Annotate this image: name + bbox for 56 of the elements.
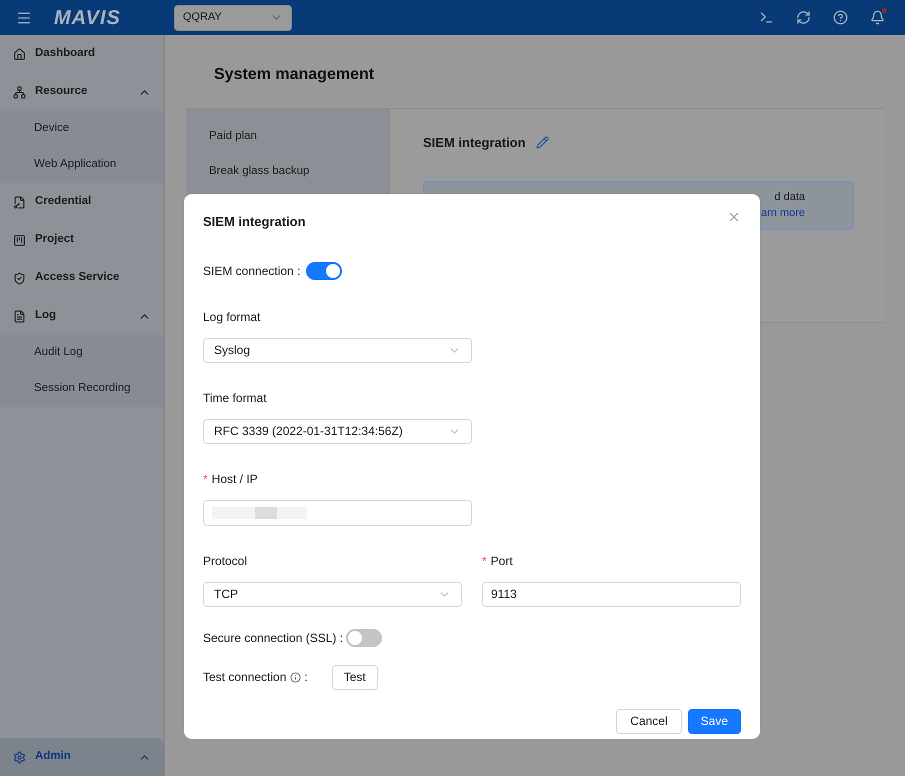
help-icon[interactable] (833, 10, 848, 25)
network-icon (13, 86, 26, 98)
section-title: SIEM integration (423, 134, 526, 152)
sidebar-item[interactable]: Admin (0, 738, 164, 776)
sidebar-item[interactable]: Access Service (0, 259, 164, 297)
submenu-item[interactable]: Web Application (0, 147, 164, 183)
sidebar-item[interactable]: Dashboard (0, 35, 164, 73)
field-label: Test connection (203, 669, 286, 686)
field-label: Protocol (203, 552, 248, 570)
sidebar-item[interactable]: Project (0, 221, 164, 259)
edit-icon[interactable] (536, 136, 549, 150)
field-label: Port (490, 552, 513, 570)
port-input-field[interactable]: 9113 (482, 582, 741, 606)
sidebar-item[interactable]: Credential (0, 183, 164, 221)
cancel-button[interactable]: Cancel (616, 708, 682, 734)
field-label: Secure connection (SSL) : (203, 630, 344, 646)
page-title: System management (214, 65, 376, 85)
field-label: Host / IP (212, 470, 258, 488)
workspace-select[interactable]: QQRAY (174, 4, 292, 30)
field-label: SIEM connection : (203, 262, 300, 280)
learn-more-link[interactable]: arn more (760, 205, 805, 222)
dialog-title: SIEM integration (203, 213, 306, 231)
shield-icon (13, 272, 26, 284)
document-icon (13, 196, 26, 208)
logo: MAVIS (54, 6, 121, 30)
refresh-icon[interactable] (796, 10, 811, 25)
submenu-item[interactable]: Session Recording (0, 371, 164, 407)
info-icon[interactable] (290, 672, 302, 682)
menu-icon[interactable] (16, 10, 32, 26)
sidebar-item[interactable]: Log (0, 297, 164, 335)
submenu-item[interactable]: Device (0, 111, 164, 147)
settings-menu-item[interactable]: Break glass backup (186, 154, 389, 189)
field-label: Log format (203, 308, 260, 326)
submenu-item[interactable]: Audit Log (0, 335, 164, 371)
sidebar-item[interactable]: Resource (0, 73, 164, 111)
bell-icon[interactable] (870, 10, 885, 25)
home-icon (13, 48, 26, 60)
notice-text: d data (774, 190, 805, 204)
board-icon (13, 234, 26, 246)
close-icon[interactable] (727, 210, 741, 224)
settings-menu-item[interactable]: Paid plan (186, 119, 389, 154)
save-button[interactable]: Save (688, 708, 741, 734)
required-mark: * (203, 470, 208, 488)
toggle-switch[interactable] (346, 628, 382, 646)
toggle-switch[interactable] (306, 262, 342, 280)
required-mark: * (482, 552, 487, 570)
terminal-icon[interactable] (759, 10, 774, 25)
field-label: Time format (203, 390, 267, 406)
test-button[interactable]: Test (332, 664, 378, 690)
gear-icon (13, 750, 26, 764)
document-icon (13, 310, 26, 322)
select-field[interactable]: Syslog (203, 338, 472, 362)
colon-mark: : (304, 669, 308, 686)
select-field[interactable]: TCP (203, 582, 462, 606)
select-field[interactable]: RFC 3339 (2022-01-31T12:34:56Z) (203, 418, 472, 444)
host-input-field[interactable] (203, 500, 472, 526)
